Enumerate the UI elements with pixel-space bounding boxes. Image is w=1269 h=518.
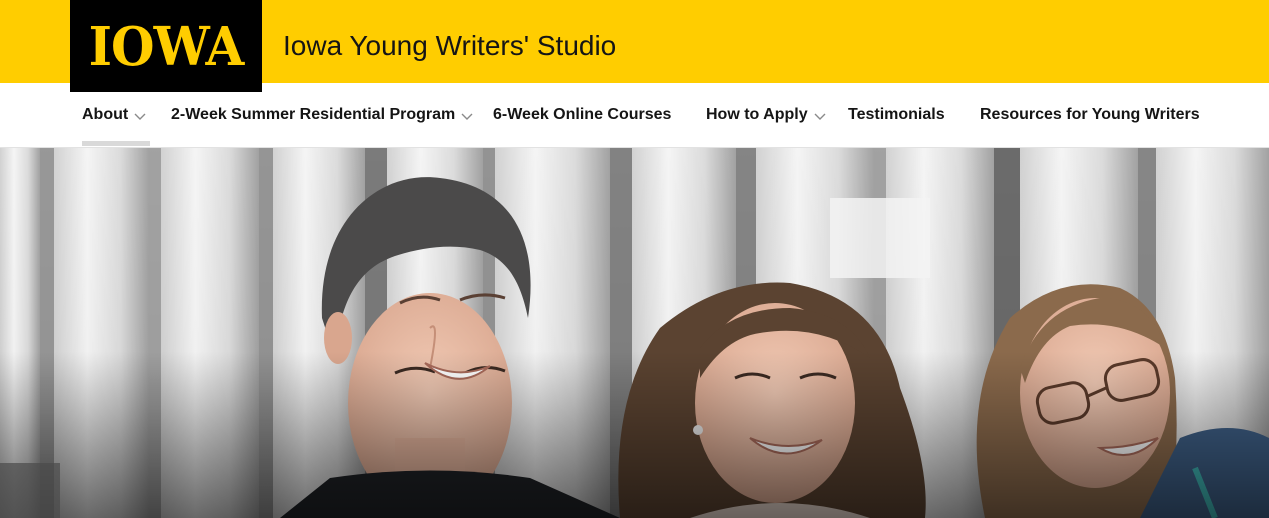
nav-item-label: Resources for Young Writers	[980, 106, 1200, 123]
nav-item-summer-residential[interactable]: 2-Week Summer Residential Program	[171, 105, 474, 125]
nav-item-label: 6-Week Online Courses	[493, 106, 672, 123]
nav-item-testimonials[interactable]: Testimonials	[848, 105, 945, 125]
nav-item-online-courses[interactable]: 6-Week Online Courses	[493, 105, 671, 125]
nav-item-about[interactable]: About	[82, 105, 147, 125]
logo-text: IOWA	[88, 15, 245, 78]
iowa-logo[interactable]: IOWA	[70, 0, 262, 92]
hero-photo-illustration	[0, 148, 1269, 518]
nav-item-label: 2-Week Summer Residential Program	[171, 106, 456, 123]
nav-item-label: How to Apply	[706, 106, 808, 123]
nav-item-how-to-apply[interactable]: How to Apply	[706, 105, 827, 125]
nav-item-label: About	[82, 106, 129, 123]
active-nav-indicator	[82, 141, 150, 146]
chevron-down-icon	[813, 110, 827, 124]
nav-item-resources[interactable]: Resources for Young Writers	[980, 105, 1200, 125]
site-title[interactable]: Iowa Young Writers' Studio	[283, 32, 616, 60]
chevron-down-icon	[460, 110, 474, 124]
main-nav: About 2-Week Summer Residential Program …	[0, 83, 1269, 148]
chevron-down-icon	[133, 110, 147, 124]
nav-item-label: Testimonials	[848, 106, 945, 123]
hero-image	[0, 148, 1269, 518]
